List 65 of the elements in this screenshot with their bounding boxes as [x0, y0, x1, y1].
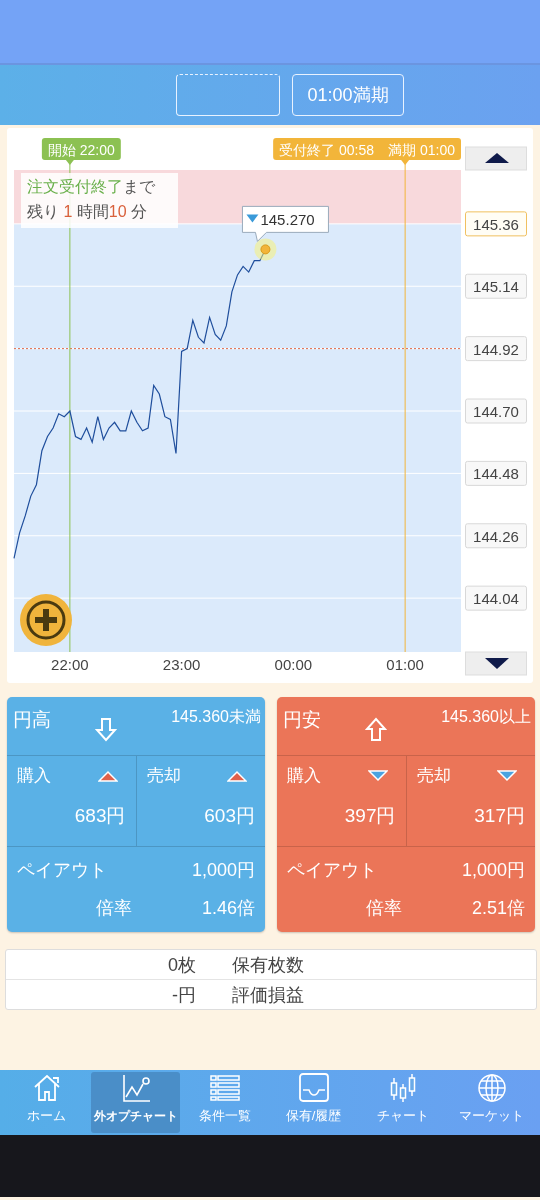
holding-label: 評価損益 — [232, 983, 304, 1007]
rate-value: 1.46倍 — [201, 897, 255, 920]
time-marker-label: 開始 22:00 — [41, 138, 121, 165]
option-title: 円安 — [283, 708, 321, 732]
axis-label: 144.48 — [465, 460, 527, 486]
globe-icon — [475, 1072, 508, 1104]
list-icon — [208, 1072, 241, 1104]
y-tick-label: 144.70 — [473, 403, 519, 420]
axis-label: 22:00 — [51, 656, 89, 673]
inbox-tray-icon — [297, 1072, 330, 1104]
holding-value: -円 — [171, 983, 196, 1007]
axis-label: 144.26 — [465, 523, 527, 549]
condition-text: 145.360未満 — [171, 707, 261, 727]
nav-tab[interactable]: チャート — [358, 1072, 447, 1133]
holding-value: 0枚 — [167, 953, 196, 977]
up-triangle-icon — [97, 770, 118, 782]
scroll-up-button[interactable] — [465, 146, 527, 171]
payout-label: ペイアウト — [17, 859, 107, 882]
zoom-in-button[interactable] — [20, 594, 72, 646]
up-arrow-icon — [365, 717, 387, 742]
axis-label: 145.14 — [465, 273, 527, 299]
axis-label: 144.92 — [465, 336, 527, 362]
payout-value: 1,000円 — [461, 859, 525, 882]
down-arrow-icon — [95, 717, 117, 742]
option-panel[interactable]: 円高 145.360未満 購入 683円 売却 603円 ペイアウト 1,000円 倍率 1.46倍 — [7, 697, 265, 932]
y-tick-label: 144.48 — [473, 465, 519, 483]
y-tick-label: 145.14 — [473, 278, 519, 296]
holding-label: 保有枚数 — [232, 953, 304, 977]
y-tick-label: 144.26 — [473, 527, 519, 545]
option-panel[interactable]: 円安 145.360以上 購入 397円 売却 317円 ペイアウト 1,000円 倍率 2.51倍 — [277, 697, 535, 932]
payout-value: 1,000円 — [191, 859, 255, 882]
rate-value: 2.51倍 — [471, 897, 525, 920]
nav-tab[interactable]: 保有/履歴 — [269, 1072, 358, 1133]
rate-label: 倍率 — [95, 897, 132, 920]
axis-label: 23:00 — [162, 656, 201, 673]
payout-label: ペイアウト — [287, 859, 377, 882]
nav-tab[interactable]: 外オプチャート — [91, 1072, 180, 1133]
nav-tab[interactable]: ホーム — [2, 1072, 91, 1133]
condition-text: 145.360以上 — [441, 707, 531, 727]
down-triangle-icon — [497, 770, 517, 782]
down-triangle-icon — [246, 214, 259, 223]
axis-label: 145.36 — [465, 211, 527, 237]
time-marker-label: 受付終了 00:58 満期 01:00 — [273, 138, 461, 165]
price-button[interactable]: 売却 317円 — [405, 756, 535, 846]
y-tick-label: 145.36 — [473, 215, 519, 233]
nav-tab[interactable]: マーケット — [447, 1072, 536, 1133]
expiry-button[interactable]: 01:00満期 — [292, 74, 404, 116]
price-tooltip: 145.270 — [241, 205, 329, 242]
option-title: 円高 — [13, 708, 51, 732]
price-button[interactable]: 購入 683円 — [7, 756, 136, 846]
down-triangle-icon — [367, 770, 388, 782]
nav-tab[interactable]: 条件一覧 — [180, 1072, 269, 1133]
countdown-text: 注文受付終了 まで 残り 1 時間10 分 — [27, 178, 155, 220]
axis-label: 144.70 — [465, 398, 527, 424]
up-triangle-icon — [227, 770, 247, 782]
axis-label: 01:00 — [386, 656, 424, 673]
scroll-down-button[interactable] — [465, 651, 527, 676]
price-button[interactable]: 売却 603円 — [135, 756, 265, 846]
y-tick-label: 144.92 — [473, 340, 519, 358]
axis-label: 144.04 — [465, 585, 527, 611]
axis-label: 00:00 — [274, 656, 313, 673]
y-tick-label: 144.04 — [473, 590, 519, 608]
rate-label: 倍率 — [365, 897, 402, 920]
current-price-dot — [254, 238, 277, 261]
price-button[interactable]: 購入 397円 — [277, 756, 406, 846]
